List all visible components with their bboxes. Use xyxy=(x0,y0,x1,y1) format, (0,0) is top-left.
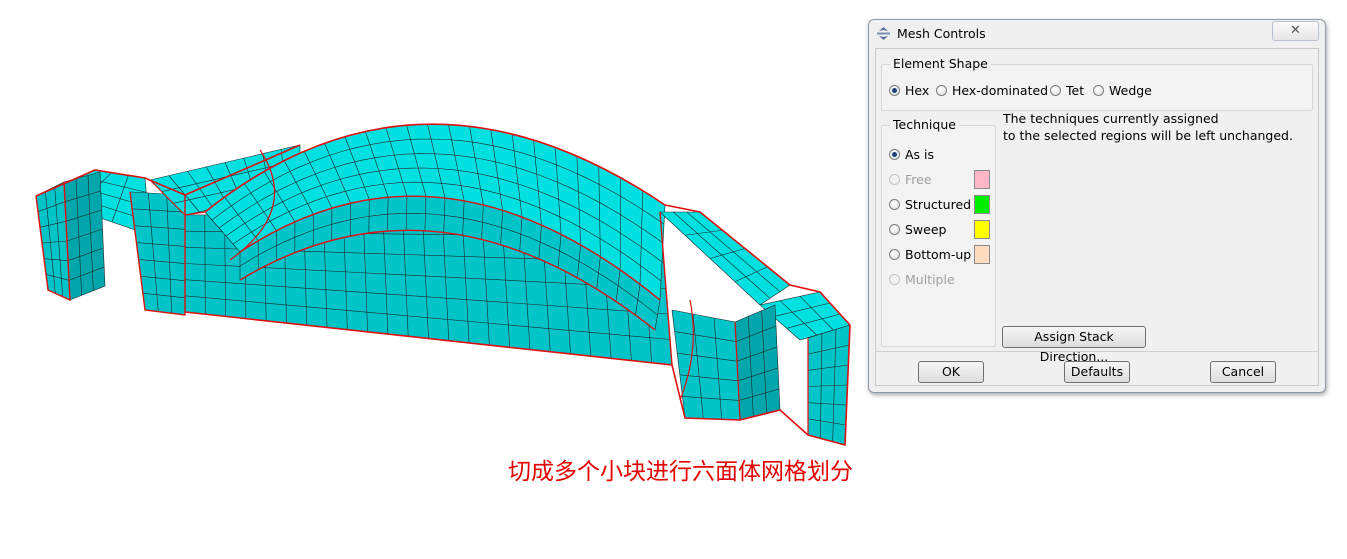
caption-text: 切成多个小块进行六面体网格划分 xyxy=(508,459,853,485)
technique-radio-free[interactable]: Free xyxy=(889,172,932,187)
technique-legend: Technique xyxy=(890,117,959,132)
technique-radio-as-is[interactable]: As is xyxy=(889,147,934,162)
description-line-2: to the selected regions will be left unc… xyxy=(1003,128,1293,143)
shape-label-hex: Hex xyxy=(905,83,930,98)
radio-indicator xyxy=(889,85,900,96)
assign-stack-direction-button[interactable]: Assign Stack Direction... xyxy=(1002,326,1146,364)
dialog-titlebar[interactable]: Mesh Controls ✕ xyxy=(869,20,1325,46)
radio-indicator xyxy=(936,85,947,96)
mesh-controls-dialog: Mesh Controls ✕ Element Shape Hex Hex-do… xyxy=(868,19,1326,393)
cancel-button[interactable]: Cancel xyxy=(1210,361,1276,383)
radio-indicator xyxy=(889,174,900,185)
radio-indicator xyxy=(1050,85,1061,96)
description-line-1: The techniques currently assigned xyxy=(1003,111,1219,126)
radio-indicator xyxy=(889,199,900,210)
shape-label-tet: Tet xyxy=(1066,83,1085,98)
technique-label-bottom-up: Bottom-up xyxy=(905,247,972,262)
technique-label-sweep: Sweep xyxy=(905,222,947,237)
close-button[interactable]: ✕ xyxy=(1272,21,1319,41)
technique-radio-sweep[interactable]: Sweep xyxy=(889,222,946,237)
shape-radio-wedge[interactable]: Wedge xyxy=(1093,83,1152,98)
mesh-viewport[interactable] xyxy=(0,0,860,460)
shape-label-wedge: Wedge xyxy=(1109,83,1152,98)
bottom-up-color-swatch xyxy=(974,245,990,264)
technique-description: The techniques currently assigned to the… xyxy=(1003,110,1293,144)
technique-label-multiple: Multiple xyxy=(905,272,955,287)
dialog-title: Mesh Controls xyxy=(897,26,986,41)
technique-label-structured: Structured xyxy=(905,197,972,212)
dialog-client-area: Element Shape Hex Hex-dominated Tet Wedg… xyxy=(875,48,1319,386)
shape-radio-hex-dominated[interactable]: Hex-dominated xyxy=(936,83,1048,98)
radio-indicator xyxy=(889,274,900,285)
radio-indicator xyxy=(889,249,900,260)
radio-indicator xyxy=(889,224,900,235)
radio-indicator xyxy=(889,149,900,160)
technique-label-free: Free xyxy=(905,172,932,187)
defaults-button[interactable]: Defaults xyxy=(1064,361,1130,383)
mesh-app-icon xyxy=(877,27,890,40)
technique-group: Technique As is Free Structured Sweep Bo… xyxy=(881,117,996,347)
left-inner-wall xyxy=(63,171,106,301)
element-shape-legend: Element Shape xyxy=(890,56,991,71)
technique-label-as-is: As is xyxy=(905,147,935,162)
right-inner-wall xyxy=(734,304,781,421)
sweep-color-swatch xyxy=(974,220,990,239)
structured-color-swatch xyxy=(974,195,990,214)
shape-radio-tet[interactable]: Tet xyxy=(1050,83,1084,98)
hex-meshed-part xyxy=(35,123,851,447)
technique-radio-structured[interactable]: Structured xyxy=(889,197,971,212)
shape-label-hex-dominated: Hex-dominated xyxy=(952,83,1049,98)
ok-button[interactable]: OK xyxy=(918,361,984,383)
technique-radio-bottom-up[interactable]: Bottom-up xyxy=(889,247,971,262)
button-row-divider xyxy=(876,351,1318,352)
radio-indicator xyxy=(1093,85,1104,96)
shape-radio-hex[interactable]: Hex xyxy=(889,83,929,98)
free-color-swatch xyxy=(974,170,990,189)
technique-radio-multiple[interactable]: Multiple xyxy=(889,272,955,287)
element-shape-group: Element Shape Hex Hex-dominated Tet Wedg… xyxy=(881,56,1313,111)
close-icon: ✕ xyxy=(1290,23,1301,38)
